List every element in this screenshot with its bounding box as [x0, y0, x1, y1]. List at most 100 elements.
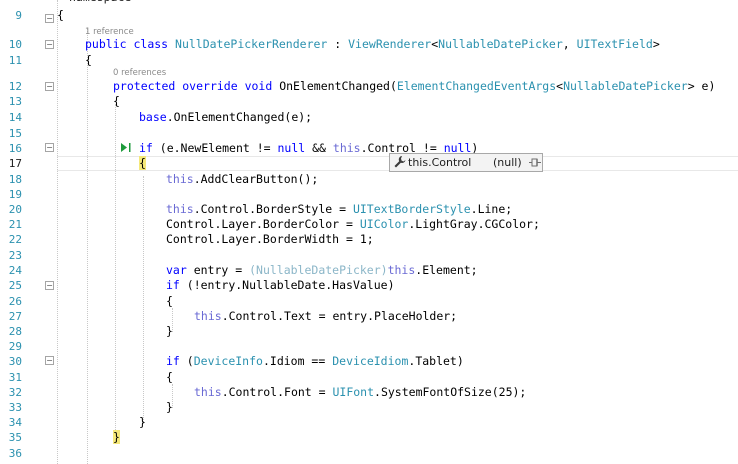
code-token: {	[166, 294, 173, 308]
code-line[interactable]: 15	[0, 126, 738, 141]
code-line[interactable]: 21 Control.Layer.BorderColor = UIColor.Li…	[0, 217, 738, 232]
code-editor[interactable]: namespace 1 reference 0 references 9{10p…	[0, 0, 738, 464]
fold-toggle[interactable]: −	[45, 82, 54, 91]
code-line[interactable]: 36	[0, 446, 738, 461]
fold-toggle[interactable]: −	[45, 143, 54, 152]
clipped-namespace-line: namespace	[69, 0, 131, 5]
pin-icon[interactable]	[529, 157, 541, 168]
line-number: 13	[8, 95, 22, 108]
code-text[interactable]: }	[113, 430, 120, 445]
code-token: .Control.BorderStyle =	[193, 202, 353, 216]
code-text[interactable]: }	[166, 400, 173, 415]
line-number: 17	[8, 157, 22, 170]
code-text[interactable]: var entry = (NullableDatePicker)this.Ele…	[166, 263, 478, 278]
code-text[interactable]: this.Control.BorderStyle = UITextBorderS…	[166, 202, 512, 217]
code-line[interactable]: 17 {	[0, 156, 738, 171]
code-token: :	[327, 37, 349, 51]
code-line[interactable]: 27 this.Control.Text = entry.PlaceHolder;	[0, 309, 738, 324]
fold-toggle[interactable]: −	[45, 356, 54, 365]
code-line[interactable]: 19	[0, 187, 738, 202]
code-text[interactable]: {	[113, 94, 120, 109]
code-token: ElementChangedEventArgs	[396, 79, 557, 93]
code-text[interactable]: if (!entry.NullableDate.HasValue)	[166, 278, 395, 293]
code-line[interactable]: 25 if (!entry.NullableDate.HasValue)	[0, 278, 738, 293]
fold-toggle[interactable]: −	[45, 281, 54, 290]
line-number: 35	[8, 431, 22, 444]
code-text[interactable]: }	[166, 324, 173, 339]
code-token: entry =	[193, 263, 250, 277]
run-to-click-icon[interactable]	[120, 142, 132, 153]
datatip[interactable]: this.Control (null)	[389, 153, 543, 172]
code-text[interactable]: {	[166, 294, 173, 309]
code-token: class	[133, 37, 176, 51]
code-line[interactable]: 30 if (DeviceInfo.Idiom == DeviceIdiom.Ta…	[0, 354, 738, 369]
code-text[interactable]: Control.Layer.BorderWidth = 1;	[166, 232, 374, 247]
code-token: var	[166, 263, 194, 277]
code-token: DeviceIdiom	[332, 354, 409, 368]
code-token: Control.Layer.BorderWidth = 1;	[166, 232, 374, 246]
code-token: if	[139, 141, 153, 155]
code-line[interactable]: 29	[0, 339, 738, 354]
code-line[interactable]: 11 {	[0, 53, 738, 68]
code-token: }	[166, 400, 173, 414]
code-text[interactable]: }	[139, 415, 146, 430]
code-token: {	[85, 53, 92, 67]
code-text[interactable]: this.AddClearButton();	[166, 172, 318, 187]
code-line[interactable]: 20 this.Control.BorderStyle = UITextBorde…	[0, 202, 738, 217]
code-line[interactable]: 12 protected override void OnElementChang…	[0, 79, 738, 94]
code-line[interactable]: 22 Control.Layer.BorderWidth = 1;	[0, 232, 738, 247]
code-text[interactable]: {	[139, 156, 146, 171]
code-token: override	[182, 79, 245, 93]
code-text[interactable]: this.Control.Font = UIFont.SystemFontOfS…	[194, 385, 526, 400]
code-line[interactable]: 34}	[0, 415, 738, 430]
code-line[interactable]: 13 {	[0, 94, 738, 109]
code-token: UIFont	[332, 385, 375, 399]
code-line[interactable]: 16 if (e.NewElement != null && this.Contr…	[0, 141, 738, 156]
datatip-expression[interactable]: this.Control	[408, 154, 471, 171]
code-text[interactable]: {	[57, 8, 64, 23]
code-token: ViewRenderer	[348, 37, 432, 51]
line-number: 24	[8, 264, 22, 277]
code-line[interactable]: 35}	[0, 430, 738, 445]
code-token: if	[166, 278, 180, 292]
code-text[interactable]: base.OnElementChanged(e);	[139, 110, 312, 125]
code-line[interactable]: 9{	[0, 8, 738, 23]
line-number: 30	[8, 355, 22, 368]
code-line[interactable]: 14 base.OnElementChanged(e);	[0, 110, 738, 125]
code-token: DeviceInfo	[193, 354, 263, 368]
code-line[interactable]: 33}	[0, 400, 738, 415]
code-text[interactable]: this.Control.Text = entry.PlaceHolder;	[194, 309, 457, 324]
code-token: (!entry.NullableDate.HasValue)	[179, 278, 395, 292]
code-line[interactable]: 26 {	[0, 294, 738, 309]
datatip-value[interactable]: (null)	[493, 154, 522, 171]
code-text[interactable]: Control.Layer.BorderColor = UIColor.Ligh…	[166, 217, 540, 232]
code-text[interactable]: {	[85, 53, 92, 68]
line-number: 18	[8, 173, 22, 186]
code-text[interactable]: public class NullDatePickerRenderer : Vi…	[85, 37, 660, 52]
code-line[interactable]: 31 {	[0, 370, 738, 385]
code-token: void	[244, 79, 280, 93]
code-token: ,	[562, 37, 577, 51]
code-line[interactable]: 18 this.AddClearButton();	[0, 172, 738, 187]
code-line[interactable]: 28}	[0, 324, 738, 339]
code-line[interactable]: 24 var entry = (NullableDatePicker)this.E…	[0, 263, 738, 278]
code-text[interactable]: if (DeviceInfo.Idiom == DeviceIdiom.Tabl…	[166, 354, 464, 369]
code-token: this	[332, 141, 361, 155]
line-number: 12	[8, 80, 22, 93]
codelens-references[interactable]: 0 references	[113, 68, 166, 79]
line-number: 16	[8, 142, 22, 155]
code-token: (NullableDatePicker)	[249, 263, 388, 277]
code-line[interactable]: 32 this.Control.Font = UIFont.SystemFontO…	[0, 385, 738, 400]
fold-toggle[interactable]: −	[45, 14, 54, 23]
code-line[interactable]: 10 public class NullDatePickerRenderer : …	[0, 37, 738, 52]
code-line[interactable]: 23	[0, 248, 738, 263]
code-text[interactable]: {	[166, 370, 173, 385]
code-text[interactable]: protected override void OnElementChanged…	[113, 79, 715, 94]
fold-toggle[interactable]: −	[45, 40, 54, 49]
code-token: .LightGray.CGColor;	[408, 217, 540, 231]
line-number: 9	[15, 9, 22, 22]
code-token: >	[652, 37, 660, 51]
code-token: {	[113, 94, 120, 108]
wrench-icon	[394, 156, 406, 168]
line-number: 19	[8, 188, 22, 201]
